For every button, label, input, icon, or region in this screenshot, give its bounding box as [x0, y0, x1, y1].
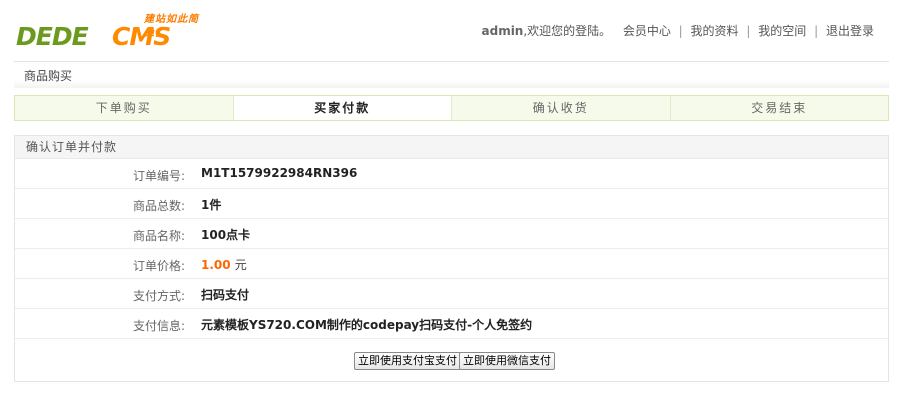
- order-number-label: 订单编号:: [132, 169, 185, 183]
- separator: |: [678, 24, 683, 38]
- step-place-order: 下单购买: [15, 96, 234, 120]
- payment-info-row: 支付信息: 元素模板YS720.COM制作的codepay扫码支付-个人免签约: [15, 309, 888, 339]
- item-count-row: 商品总数: 1件: [15, 189, 888, 219]
- step-confirm-receipt: 确认收货: [452, 96, 671, 120]
- item-name-label: 商品名称:: [132, 229, 185, 243]
- item-count-value: 1件: [201, 198, 222, 212]
- pay-buttons-row: 立即使用支付宝支付 立即使用微信支付: [15, 339, 888, 379]
- username: admin: [481, 24, 524, 38]
- separator: |: [746, 24, 751, 38]
- order-price-row: 订单价格: 1.00 元: [15, 249, 888, 279]
- item-count-label: 商品总数:: [132, 199, 185, 213]
- header: 建站如此简单! DEDE CMS admin,欢迎您的登陆。 会员中心 | 我的…: [0, 0, 900, 60]
- link-member-center[interactable]: 会员中心: [619, 24, 675, 38]
- welcome-text: ,欢迎您的登陆。: [523, 24, 612, 38]
- order-price-value: 1.00 元: [201, 256, 247, 273]
- payment-method-value: 扫码支付: [201, 288, 250, 302]
- logo-cms-text: CMS: [112, 22, 171, 51]
- order-price-label: 订单价格:: [132, 259, 185, 273]
- panel-title: 确认订单并付款: [15, 136, 888, 159]
- item-name-row: 商品名称: 100点卡: [15, 219, 888, 249]
- step-buyer-pay: 买家付款: [233, 96, 452, 120]
- link-my-profile[interactable]: 我的资料: [687, 24, 743, 38]
- order-confirm-panel: 确认订单并付款 订单编号: M1T1579922984RN396 商品总数: 1…: [14, 135, 889, 382]
- order-steps: 下单购买 买家付款 确认收货 交易结束: [14, 95, 889, 121]
- pay-wechat-button[interactable]: 立即使用微信支付: [459, 352, 555, 370]
- item-name-value: 100点卡: [201, 228, 251, 242]
- payment-info-label: 支付信息:: [132, 319, 185, 333]
- payment-info-value: 元素模板YS720.COM制作的codepay扫码支付-个人免签约: [201, 318, 533, 332]
- price-amount: 1.00: [201, 258, 231, 272]
- step-transaction-end: 交易结束: [751, 101, 808, 115]
- order-number-value: M1T1579922984RN396: [201, 166, 358, 180]
- page-title-bar: 商品购买: [14, 61, 889, 88]
- dedecms-logo[interactable]: 建站如此简单! DEDE CMS: [14, 6, 214, 52]
- separator: |: [814, 24, 819, 38]
- payment-method-row: 支付方式: 扫码支付: [15, 279, 888, 309]
- page-title: 商品购买: [24, 69, 73, 83]
- link-my-space[interactable]: 我的空间: [754, 24, 810, 38]
- pay-alipay-button[interactable]: 立即使用支付宝支付: [354, 352, 461, 370]
- logo-dede-text: DEDE: [16, 22, 89, 51]
- payment-method-label: 支付方式:: [132, 289, 185, 303]
- link-logout[interactable]: 退出登录: [822, 24, 878, 38]
- price-unit: 元: [234, 258, 247, 272]
- order-number-row: 订单编号: M1T1579922984RN396: [15, 159, 888, 189]
- user-bar: admin,欢迎您的登陆。 会员中心 | 我的资料 | 我的空间 | 退出登录: [482, 22, 879, 39]
